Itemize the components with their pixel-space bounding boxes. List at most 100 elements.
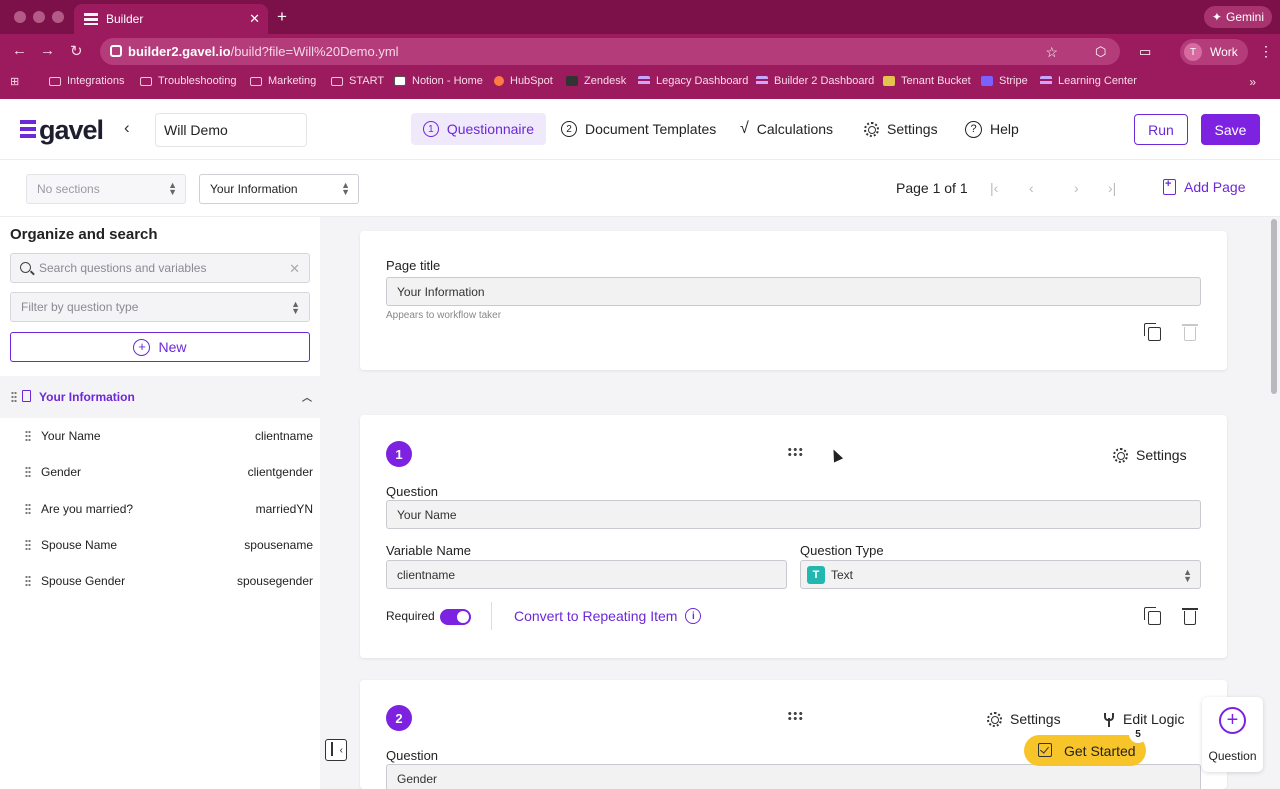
duplicate-icon[interactable]: [1144, 323, 1161, 341]
convert-label: Convert to Repeating Item: [514, 608, 678, 624]
question-settings-button[interactable]: Settings: [987, 711, 1061, 727]
bookmark-tenant-bucket[interactable]: Tenant Bucket: [883, 75, 971, 87]
question-number-badge: 2: [386, 705, 412, 731]
gemini-button[interactable]: ✦ Gemini: [1203, 6, 1272, 28]
close-window-button[interactable]: [14, 11, 26, 23]
apps-grid-icon[interactable]: ⊞: [10, 75, 19, 88]
tab-questionnaire[interactable]: 1 Questionnaire: [411, 113, 546, 145]
edit-logic-button[interactable]: Edit Logic: [1103, 711, 1184, 727]
scrollbar-thumb[interactable]: [1271, 219, 1277, 394]
search-icon: [20, 262, 31, 273]
bookmark-builder-2-dashboard[interactable]: Builder 2 Dashboard: [756, 75, 874, 87]
question-label: Question: [386, 484, 439, 499]
trash-icon[interactable]: [1182, 608, 1198, 625]
bookmark-notion-home[interactable]: Notion - Home: [394, 75, 483, 87]
sidebar-question-row[interactable]: Spouse Name spousename: [0, 530, 320, 560]
clear-icon[interactable]: ✕: [289, 261, 300, 277]
required-toggle[interactable]: [440, 609, 471, 625]
bookmark-star-icon[interactable]: ☆: [1045, 44, 1058, 61]
bookmark-integrations[interactable]: Integrations: [49, 75, 124, 87]
reload-icon[interactable]: ↻: [70, 42, 83, 60]
drag-handle-icon[interactable]: [11, 391, 17, 402]
tab-help[interactable]: ? Help: [953, 113, 1031, 145]
page-title-input[interactable]: Your Information: [386, 277, 1201, 306]
info-icon[interactable]: i: [685, 608, 702, 624]
site-info-icon[interactable]: [110, 45, 122, 57]
sidebar-question-row[interactable]: Are you married? marriedYN: [0, 494, 320, 524]
bookmark-start[interactable]: START: [331, 75, 384, 87]
browser-menu-icon[interactable]: ⋮: [1259, 43, 1273, 60]
bookmark-stripe[interactable]: Stripe: [981, 75, 1028, 87]
gavel-icon: [1040, 76, 1052, 86]
bookmark-troubleshooting[interactable]: Troubleshooting: [140, 75, 236, 87]
address-bar[interactable]: builder2.gavel.io/build?file=Will%20Demo…: [100, 38, 1120, 65]
new-button[interactable]: + New: [10, 332, 310, 362]
chevron-up-icon[interactable]: ︿: [302, 389, 312, 404]
bookmark-learning-center[interactable]: Learning Center: [1040, 75, 1137, 87]
forward-arrow-icon[interactable]: →: [40, 42, 55, 59]
question-text-input[interactable]: Your Name: [386, 500, 1201, 529]
gear-icon: [864, 121, 879, 137]
page-title-hint: Appears to workflow taker: [386, 310, 502, 321]
chevron-left-icon[interactable]: ‹: [124, 118, 130, 138]
duplicate-icon[interactable]: [1144, 607, 1161, 625]
extensions-icon[interactable]: ⬡: [1095, 44, 1106, 60]
page-select[interactable]: Your Information ▲ ▼: [199, 174, 359, 204]
first-page-icon[interactable]: |‹: [990, 180, 998, 196]
gavel-logo[interactable]: gavel: [20, 115, 104, 146]
close-tab-icon[interactable]: ✕: [249, 11, 260, 27]
search-placeholder: Search questions and variables: [39, 261, 207, 275]
search-input[interactable]: Search questions and variables ✕: [10, 253, 310, 283]
gemini-label: Gemini: [1225, 10, 1264, 24]
save-button[interactable]: Save: [1201, 114, 1260, 145]
profile-button[interactable]: T Work: [1180, 39, 1248, 65]
sidebar-question-row[interactable]: Spouse Gender spousegender: [0, 566, 320, 596]
tab-document-templates[interactable]: 2 Document Templates: [549, 113, 728, 145]
drag-handle-icon[interactable]: [25, 466, 31, 477]
bookmark-legacy-dashboard[interactable]: Legacy Dashboard: [638, 75, 748, 87]
canvas-scrollbar[interactable]: [1269, 217, 1280, 789]
variable-name-input[interactable]: clientname: [386, 560, 787, 589]
bookmark-zendesk[interactable]: Zendesk: [566, 75, 626, 87]
prev-page-icon[interactable]: ‹: [1029, 180, 1034, 196]
tab-calculations[interactable]: √ Calculations: [728, 113, 845, 145]
question-settings-button[interactable]: Settings: [1113, 447, 1187, 463]
drag-dots-icon[interactable]: [787, 711, 803, 721]
back-arrow-icon[interactable]: ←: [12, 42, 27, 59]
sidebar-question-row[interactable]: Gender clientgender: [0, 457, 320, 487]
question-label: Question: [386, 748, 439, 763]
next-page-icon[interactable]: ›: [1074, 180, 1079, 196]
last-page-icon[interactable]: ›|: [1108, 180, 1116, 196]
new-tab-button[interactable]: +: [277, 7, 287, 27]
drag-handle-icon[interactable]: [25, 430, 31, 441]
project-title-input[interactable]: Will Demo: [155, 113, 307, 147]
drag-handle-icon[interactable]: [25, 503, 31, 514]
sidebar-question-row[interactable]: Your Name clientname: [0, 421, 320, 451]
sidebar-section-your-information[interactable]: Your Information ︿: [0, 376, 320, 418]
question-label: Spouse Name: [41, 538, 118, 552]
get-started-button[interactable]: Get Started: [1024, 735, 1146, 766]
side-panel-icon[interactable]: ▭: [1139, 44, 1151, 60]
minimize-window-button[interactable]: [33, 11, 45, 23]
question-type-select[interactable]: T Text ▲ ▼: [800, 560, 1201, 589]
drag-handle-icon[interactable]: [25, 539, 31, 550]
question-text-input[interactable]: Gender: [386, 764, 1201, 789]
collapse-sidebar-button[interactable]: ‹: [325, 739, 347, 761]
bookmark-marketing[interactable]: Marketing: [250, 75, 316, 87]
add-page-button[interactable]: Add Page: [1163, 178, 1246, 195]
run-button[interactable]: Run: [1134, 114, 1188, 145]
drag-handle-icon[interactable]: [25, 575, 31, 586]
sections-select[interactable]: No sections ▲ ▼: [26, 174, 186, 204]
bookmark-hubspot[interactable]: HubSpot: [494, 75, 553, 87]
more-bookmarks-icon[interactable]: »: [1249, 75, 1256, 89]
tab-settings[interactable]: Settings: [852, 113, 950, 145]
drag-dots-icon[interactable]: [787, 447, 803, 457]
convert-to-repeating-link[interactable]: Convert to Repeating Item i: [514, 608, 702, 624]
maximize-window-button[interactable]: [52, 11, 64, 23]
builder-favicon-icon: [84, 13, 98, 25]
add-question-button[interactable]: + Question: [1202, 697, 1263, 772]
variable-name: clientgender: [247, 465, 313, 479]
question-type-filter[interactable]: Filter by question type ▲ ▼: [10, 292, 310, 322]
tab-title: Builder: [106, 12, 144, 26]
browser-tab-builder[interactable]: Builder ✕: [74, 4, 268, 34]
